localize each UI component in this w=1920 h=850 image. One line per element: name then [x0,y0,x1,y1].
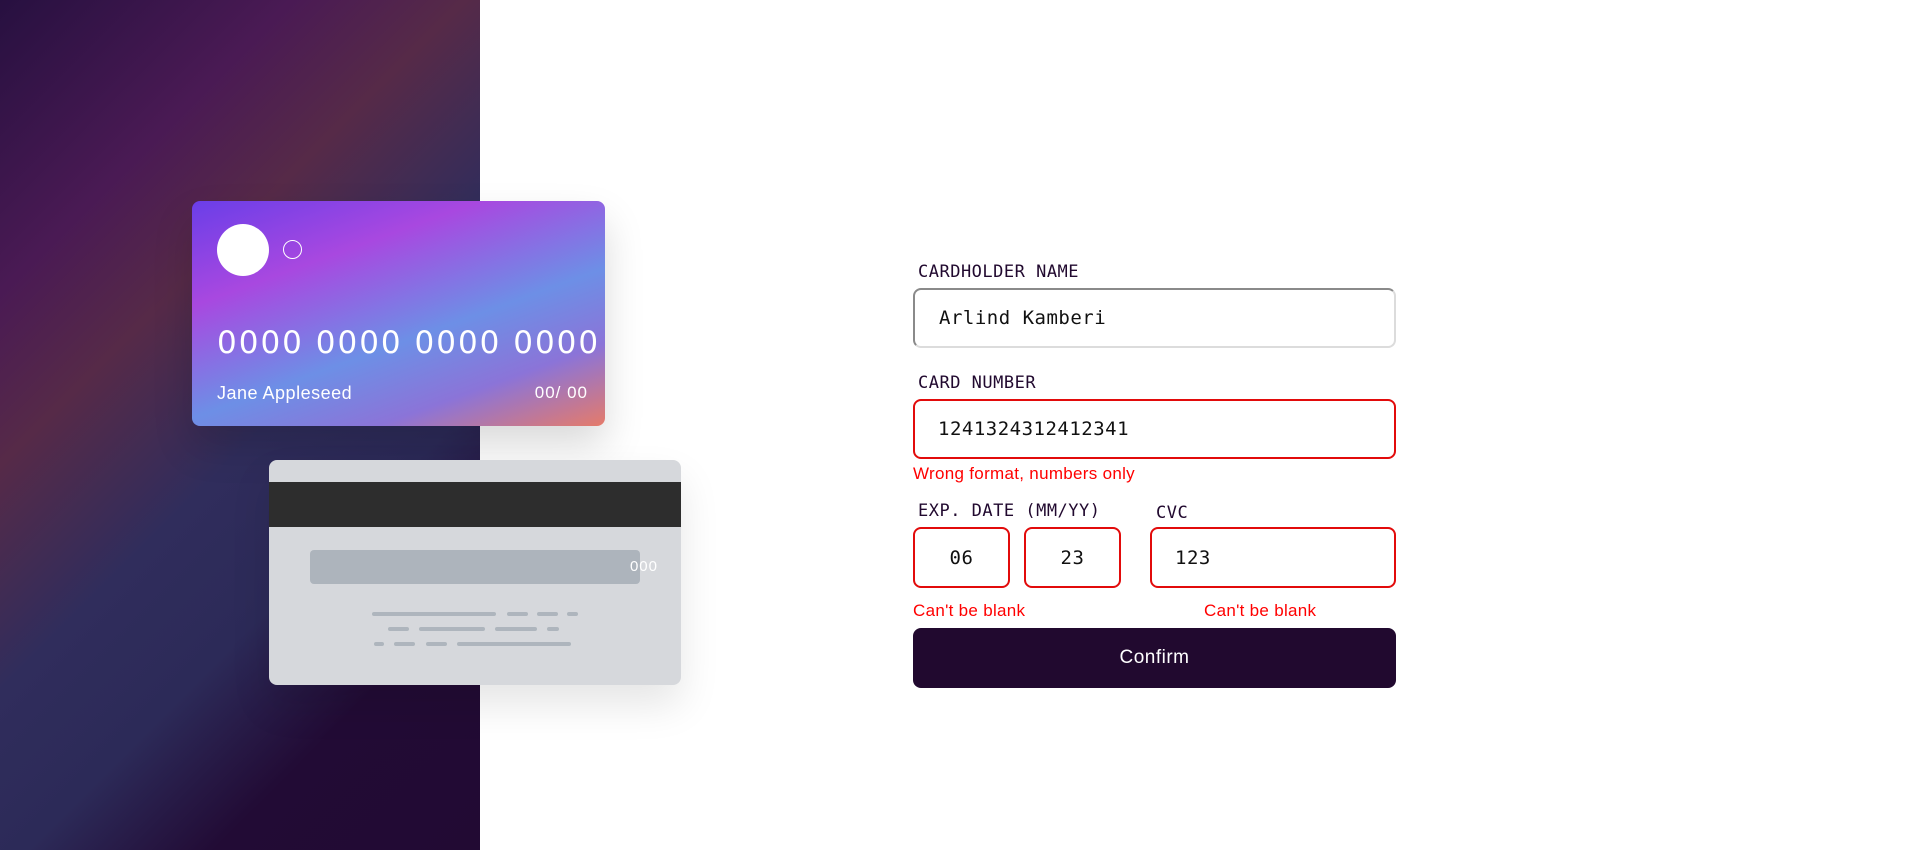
exp-month-value: 06 [949,546,974,569]
cvc-input[interactable]: 123 [1150,527,1396,588]
card-expiry-display: 00/ 00 [534,383,588,402]
card-number-input[interactable]: 1241324312412341 [913,399,1396,459]
cvc-error: Can't be blank [1204,601,1317,620]
card-back-line [507,612,528,616]
card-back-line [537,612,558,616]
card-number-label: CARD NUMBER [918,373,1037,393]
card-number-error: Wrong format, numbers only [913,464,1135,483]
card-back-line [372,612,496,616]
signature-strip [310,550,640,584]
card-back-line [374,642,384,646]
exp-date-error: Can't be blank [913,601,1026,620]
card-front: 0000 0000 0000 0000 Jane Appleseed 00/ 0… [192,201,605,426]
cardholder-label: CARDHOLDER NAME [918,262,1080,282]
cardholder-input[interactable]: Arlind Kamberi [913,288,1396,348]
magnetic-stripe [269,482,681,527]
card-holder-display: Jane Appleseed [217,383,353,403]
card-back: 000 [269,460,681,685]
cvc-value: 123 [1175,546,1211,569]
card-back-line [426,642,447,646]
card-back-line [547,627,559,631]
card-back-line [419,627,485,631]
card-back-line [495,627,537,631]
cvc-label: CVC [1156,503,1189,523]
exp-month-input[interactable]: 06 [913,527,1010,588]
card-back-line [457,642,571,646]
card-logo-ring-icon [283,240,302,259]
exp-year-input[interactable]: 23 [1024,527,1121,588]
confirm-button[interactable]: Confirm [913,628,1396,688]
card-number-value: 1241324312412341 [938,418,1130,440]
card-back-line [567,612,578,616]
card-cvc-display: 000 [629,558,658,575]
card-back-line [388,627,409,631]
exp-date-label: EXP. DATE (MM/YY) [918,501,1101,521]
card-back-line [394,642,415,646]
exp-year-value: 23 [1060,546,1085,569]
card-number-display: 0000 0000 0000 0000 [217,325,601,361]
cardholder-value: Arlind Kamberi [939,307,1107,329]
card-logo-circle-icon [217,224,269,276]
